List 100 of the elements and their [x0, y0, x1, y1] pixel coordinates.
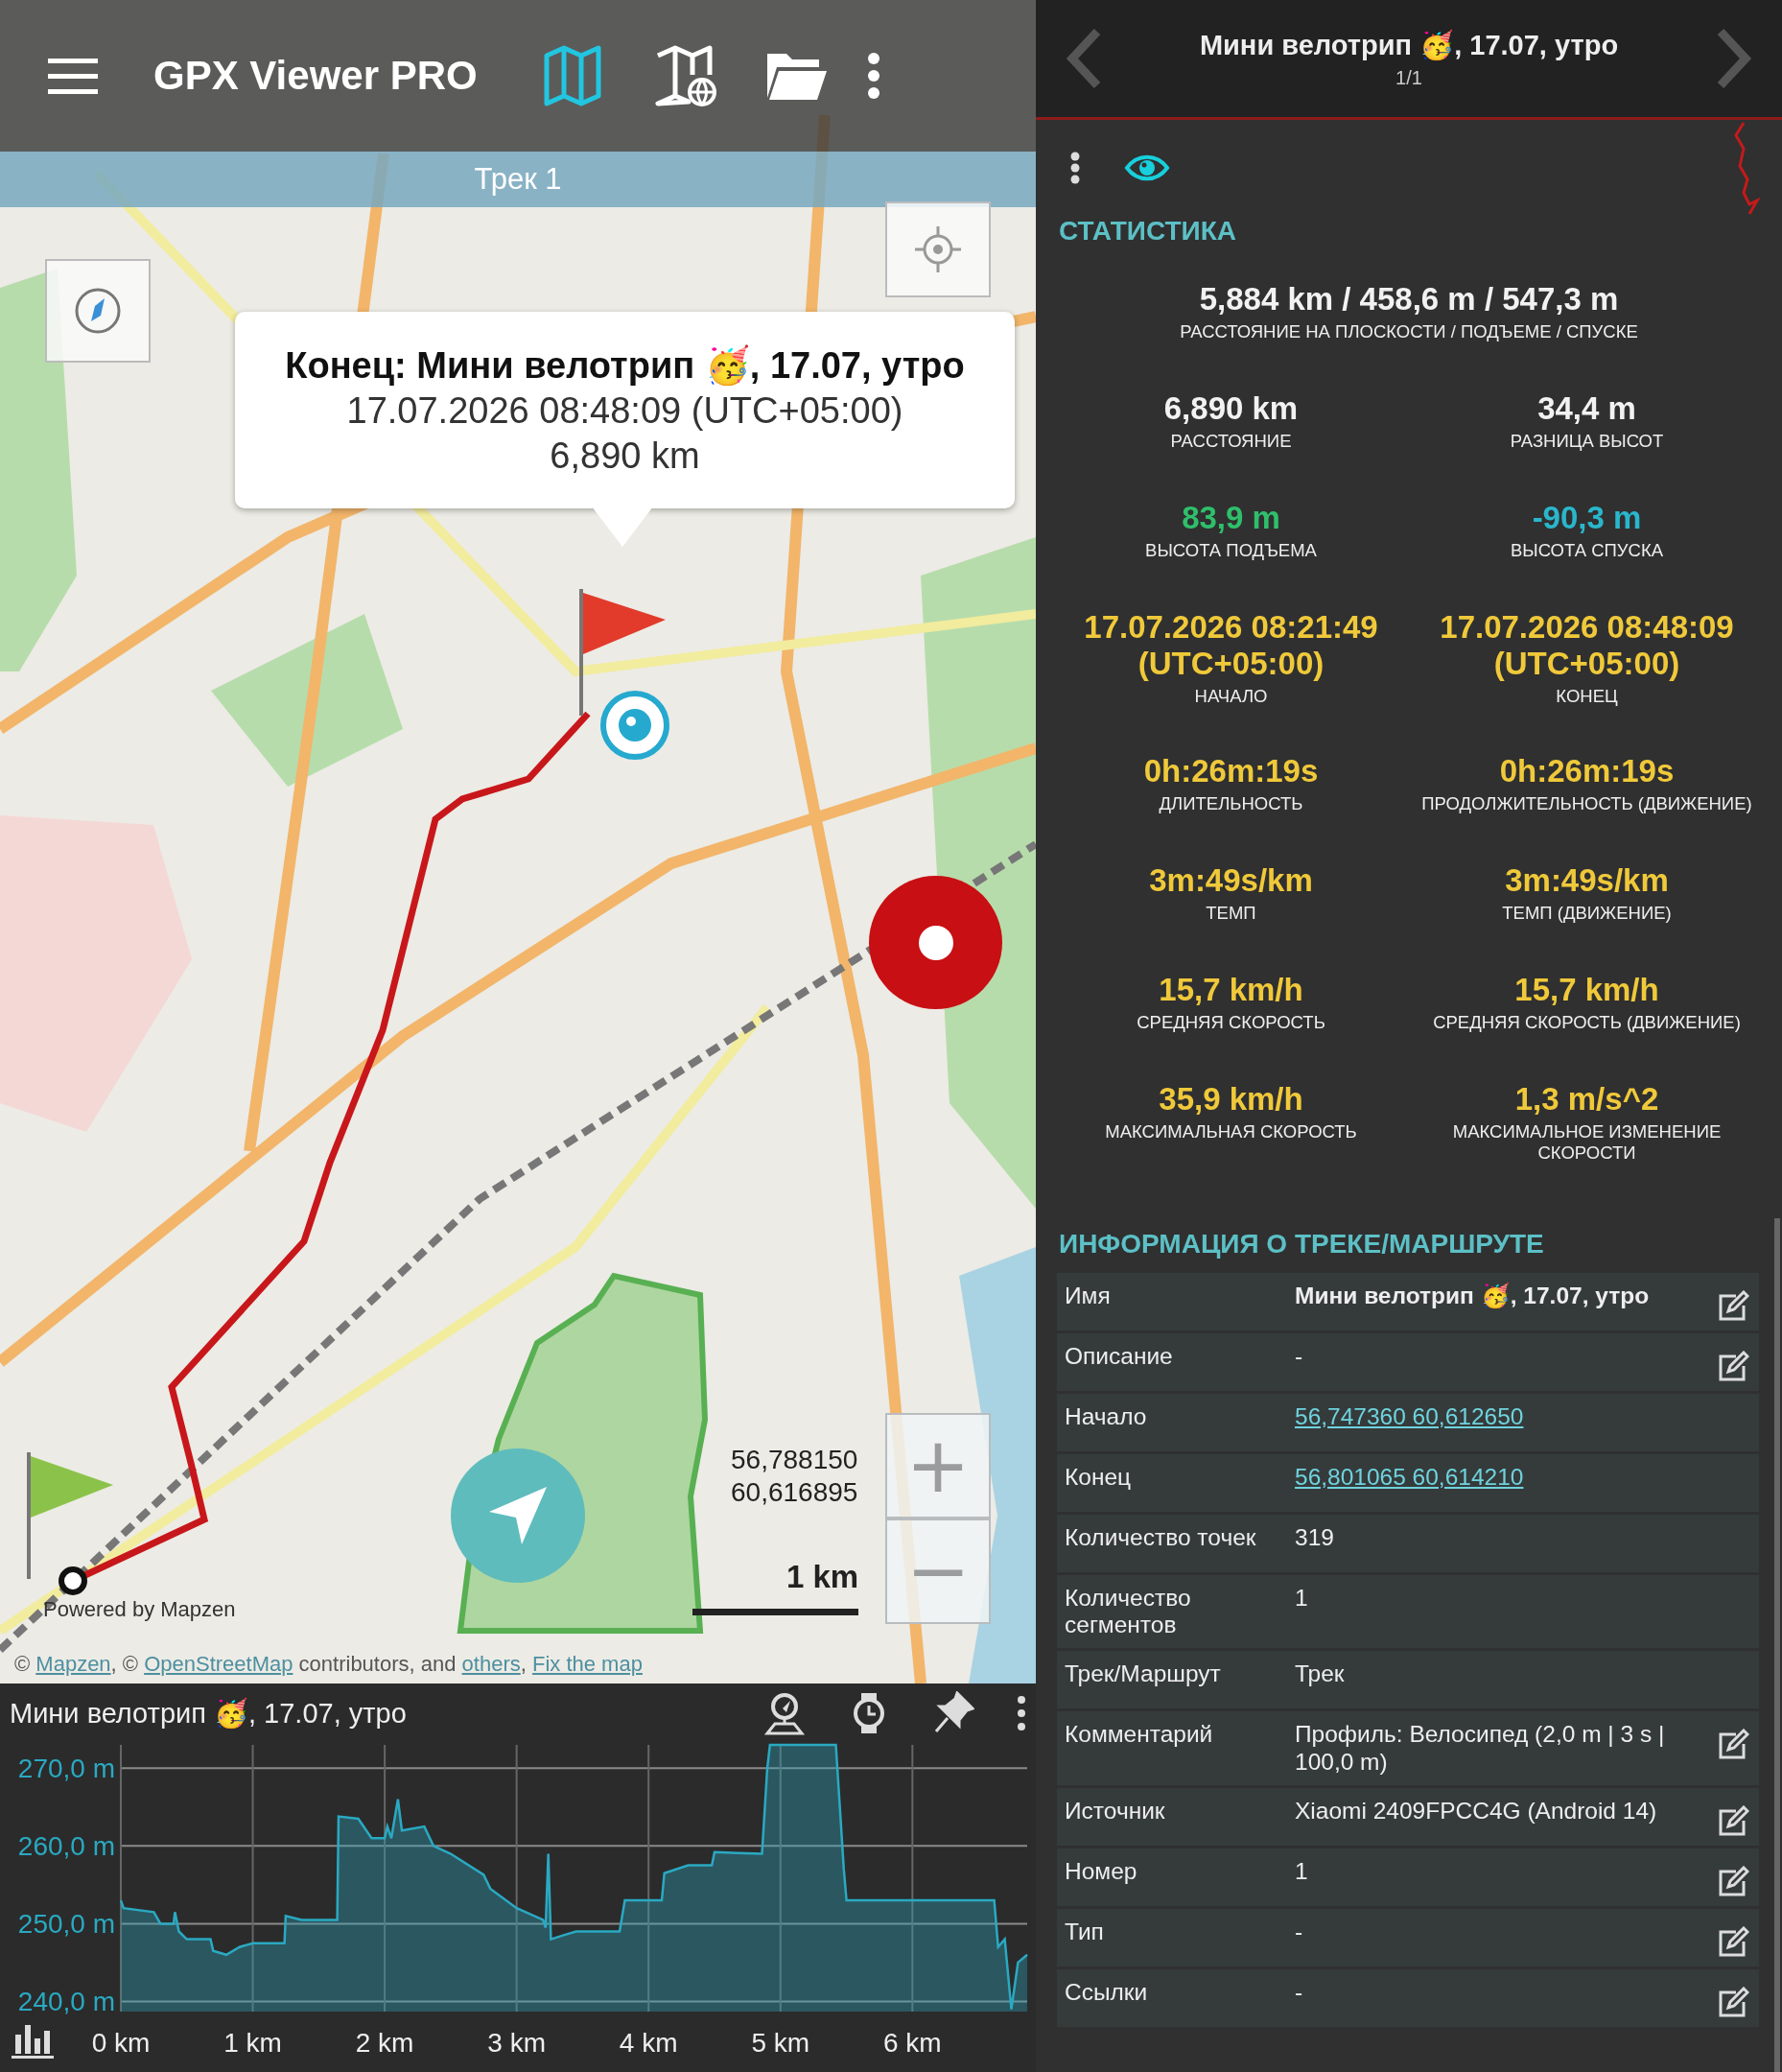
info-value: Трек — [1295, 1660, 1346, 1688]
more-button[interactable] — [1069, 152, 1081, 184]
visibility-button[interactable] — [1124, 153, 1170, 182]
attribution-link[interactable]: Fix the map — [531, 1652, 643, 1676]
stat-label: ВЫСОТА СПУСКА — [1510, 539, 1664, 561]
stat-value: 34,4 m — [1537, 390, 1636, 427]
y-axis-label: 260,0 m — [17, 1831, 115, 1862]
edit-button[interactable] — [1717, 1925, 1749, 1957]
info-label: Комментарий — [1065, 1721, 1214, 1749]
stat-value: 5,884 km / 458,6 m / 547,3 m — [1199, 281, 1619, 318]
stat-label: ДЛИТЕЛЬНОСТЬ — [1159, 792, 1303, 814]
track-title: Мини велотрип 🥳, 17.07, утро — [1199, 28, 1619, 61]
stat-value: 17.07.2026 08:48:09 (UTC+05:00) — [1439, 609, 1735, 682]
zoom-in-button[interactable]: + — [885, 1413, 991, 1519]
stat-value: 3m:49s/km — [1505, 862, 1669, 899]
edit-button[interactable] — [1717, 1804, 1749, 1836]
page-counter: 1/1 — [1395, 66, 1422, 89]
x-axis-label: 3 km — [487, 2028, 546, 2058]
stat-label: ТЕМП — [1206, 902, 1256, 924]
stat-label: ПРОДОЛЖИТЕЛЬНОСТЬ (ДВИЖЕНИЕ) — [1421, 792, 1752, 814]
coordinates-label: 56,788150 60,616895 — [731, 1444, 858, 1509]
popup-time: 17.07.2026 08:48:09 (UTC+05:00) — [346, 389, 903, 432]
map-pin-button[interactable] — [763, 1691, 806, 1735]
popup-title: Конец: Мини велотрип 🥳, 17.07, утро — [285, 343, 965, 387]
info-label: Имя — [1065, 1283, 1112, 1310]
stat-value: 0h:26m:19s — [1143, 753, 1319, 789]
x-axis-label: 0 km — [91, 2028, 151, 2058]
info-value: 1 — [1295, 1857, 1309, 1885]
attribution-text: contributors, and — [297, 1652, 457, 1676]
zoom-out-button[interactable]: − — [885, 1519, 991, 1624]
app-title: GPX Viewer PRO — [153, 53, 478, 99]
stat-label: ВЫСОТА ПОДЪЕМА — [1145, 539, 1317, 561]
stat-value: 3m:49s/km — [1149, 862, 1313, 899]
compass-icon — [74, 287, 122, 335]
attribution-link[interactable]: OpenStreetMap — [144, 1652, 293, 1676]
stat-value: 83,9 m — [1182, 500, 1280, 536]
stat-value: 1,3 m/s^2 — [1514, 1081, 1659, 1118]
info-value: Мини велотрип 🥳, 17.07, утро — [1295, 1283, 1651, 1310]
stat-value: 15,7 km/h — [1159, 972, 1303, 1008]
x-axis-label: 6 km — [883, 2028, 942, 2058]
stat-value: 17.07.2026 08:21:49 (UTC+05:00) — [1083, 609, 1379, 682]
attribution-text: © — [14, 1652, 32, 1676]
pin-icon — [932, 1691, 974, 1735]
pin-button[interactable] — [932, 1691, 974, 1735]
compass-button[interactable] — [45, 259, 151, 363]
info-label: Источник — [1065, 1797, 1166, 1825]
attribution-text: , — [520, 1652, 528, 1676]
stat-value: 35,9 km/h — [1159, 1081, 1303, 1118]
stat-label: ТЕМП (ДВИЖЕНИЕ) — [1502, 902, 1672, 924]
info-value: - — [1295, 1978, 1304, 2006]
attribution-link[interactable]: others — [461, 1652, 521, 1676]
info-label: Конец — [1065, 1464, 1133, 1492]
stat-label: РАЗНИЦА ВЫСОТ — [1510, 430, 1664, 452]
edit-button[interactable] — [1717, 1986, 1749, 2017]
stat-label: РАССТОЯНИЕ НА ПЛОСКОСТИ / ПОДЪЕМЕ / СПУСКЕ — [1180, 320, 1638, 342]
scale-label: 1 km — [786, 1559, 859, 1595]
x-axis-label: 2 km — [355, 2028, 414, 2058]
start-point-icon — [58, 1566, 88, 1596]
x-axis-label: 4 km — [619, 2028, 678, 2058]
info-label: Описание — [1065, 1343, 1174, 1371]
info-value: 1 — [1295, 1585, 1309, 1613]
coordinates-link[interactable]: 56,747360 60,612650 — [1295, 1403, 1717, 1431]
edit-button[interactable] — [1717, 1729, 1749, 1760]
section-title: СТАТИСТИКА — [1058, 216, 1237, 247]
edit-button[interactable] — [1717, 1865, 1749, 1896]
stat-value: -90,3 m — [1532, 500, 1642, 536]
stat-value: 0h:26m:19s — [1499, 753, 1675, 789]
info-value: - — [1295, 1343, 1304, 1371]
track-label[interactable]: Трек 1 — [474, 162, 562, 197]
dot-icon — [916, 923, 955, 962]
menu-button[interactable] — [48, 57, 98, 95]
info-label: Количество сегментов — [1065, 1585, 1192, 1639]
info-value: - — [1295, 1918, 1304, 1945]
more-button[interactable] — [1017, 1695, 1026, 1731]
stat-label: НАЧАЛО — [1194, 685, 1268, 707]
stat-value: 6,890 km — [1163, 390, 1299, 427]
stat-label: РАССТОЯНИЕ — [1170, 430, 1292, 452]
coordinates-link[interactable]: 56,801065 60,614210 — [1295, 1464, 1717, 1492]
stat-label: КОНЕЦ — [1556, 685, 1618, 707]
y-axis-label: 270,0 m — [17, 1754, 115, 1784]
info-label: Начало — [1065, 1403, 1148, 1431]
stat-label: МАКСИМАЛЬНОЕ ИЗМЕНЕНИЕ СКОРОСТИ — [1451, 1120, 1723, 1164]
info-label: Трек/Маршрут — [1065, 1660, 1222, 1688]
info-label: Количество точек — [1065, 1524, 1257, 1552]
info-label: Номер — [1065, 1857, 1138, 1885]
attribution-link[interactable]: Mapzen — [35, 1652, 111, 1676]
stat-label: МАКСИМАЛЬНАЯ СКОРОСТЬ — [1105, 1120, 1357, 1142]
section-title: ИНФОРМАЦИЯ О ТРЕКЕ/МАРШРУТЕ — [1058, 1229, 1545, 1260]
more-icon — [1017, 1695, 1026, 1731]
edit-button[interactable] — [1717, 1351, 1749, 1381]
powered-by-text: Powered by Mapzen — [43, 1597, 236, 1622]
info-value: 319 — [1295, 1524, 1335, 1552]
edit-button[interactable] — [1717, 1290, 1749, 1321]
map-pin-icon — [763, 1691, 806, 1735]
info-label: Ссылки — [1065, 1978, 1149, 2006]
locate-button[interactable] — [885, 201, 991, 297]
x-axis-label: 5 km — [751, 2028, 810, 2058]
track-title: Мини велотрип 🥳, 17.07, утро — [10, 1697, 408, 1730]
more-button[interactable] — [866, 52, 880, 100]
chart-type-icon[interactable] — [12, 2025, 54, 2059]
